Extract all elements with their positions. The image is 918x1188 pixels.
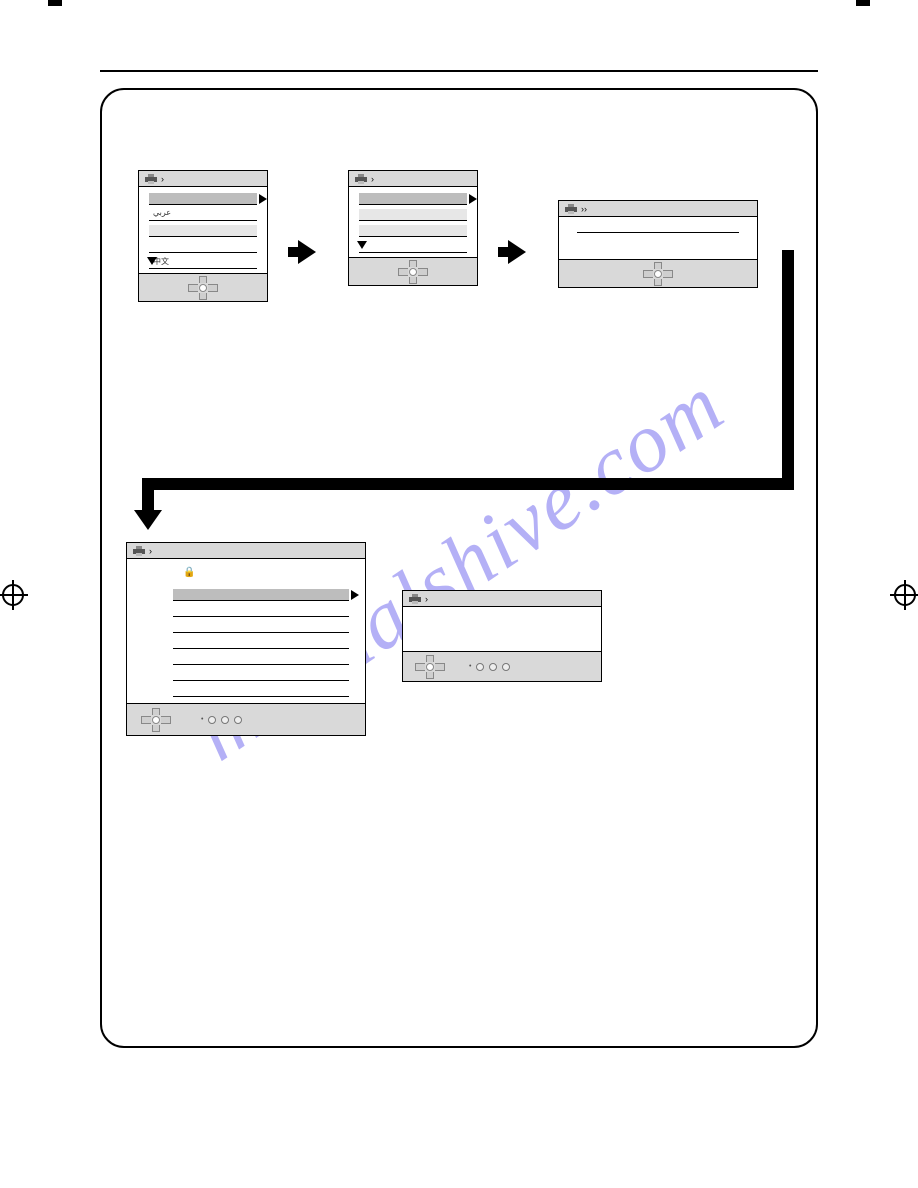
crop-mark (48, 0, 62, 6)
titlebar-marker: › (161, 174, 164, 184)
osd-footer (139, 273, 267, 301)
flow-arrow-down-icon (134, 510, 162, 530)
titlebar-marker: ›› (581, 204, 587, 214)
list-item[interactable] (149, 193, 257, 205)
lock-icon: 🔒 (183, 567, 195, 578)
osd-body (559, 217, 757, 259)
osd-footer: • (127, 703, 365, 735)
scroll-down-icon (357, 241, 367, 249)
list-item[interactable] (173, 653, 349, 665)
osd-body (403, 607, 601, 651)
printer-icon (145, 174, 157, 184)
osd-window-language: › عربي 中文 (138, 170, 268, 302)
printer-icon (355, 174, 367, 184)
dpad-icon (188, 276, 218, 300)
osd-list (349, 187, 477, 257)
printer-icon (565, 204, 577, 214)
dpad-icon (141, 708, 171, 732)
osd-list: 🔒 (127, 559, 365, 703)
dpad-icon (398, 260, 428, 284)
osd-footer: • (403, 651, 601, 681)
list-item[interactable]: عربي (149, 209, 257, 221)
list-item[interactable] (173, 669, 349, 681)
registration-mark (2, 584, 24, 606)
osd-titlebar: › (127, 543, 365, 559)
osd-list: عربي 中文 (139, 187, 267, 273)
osd-window-step2: › (348, 170, 478, 286)
titlebar-marker: › (371, 174, 374, 184)
list-item[interactable] (173, 589, 349, 601)
list-item[interactable] (359, 193, 467, 205)
list-item[interactable] (173, 637, 349, 649)
osd-footer (349, 257, 477, 285)
flow-arrow-icon (508, 240, 526, 264)
flow-connector (142, 478, 794, 490)
registration-mark (894, 584, 916, 606)
lock-row: 🔒 (143, 569, 349, 583)
button-row-icon: • (201, 716, 242, 724)
osd-titlebar: › (403, 591, 601, 607)
list-item[interactable] (173, 605, 349, 617)
flow-arrow-icon (298, 240, 316, 264)
titlebar-marker: › (149, 546, 152, 556)
osd-window-final: › • (402, 590, 602, 682)
list-item[interactable]: 中文 (149, 257, 257, 269)
scroll-down-icon (147, 257, 157, 265)
printer-icon (409, 594, 421, 604)
flow-connector (782, 250, 794, 490)
titlebar-marker: › (425, 594, 428, 604)
osd-titlebar: › (349, 171, 477, 187)
osd-window-step3: ›› (558, 200, 758, 288)
content-panel: manualshive.com › عربي 中文 (100, 88, 818, 1048)
list-item[interactable] (149, 225, 257, 237)
dpad-icon (643, 262, 673, 286)
osd-footer (559, 259, 757, 287)
list-item[interactable] (359, 241, 467, 253)
flow-connector (142, 478, 154, 514)
printer-icon (133, 546, 145, 556)
list-item[interactable] (149, 241, 257, 253)
osd-titlebar: ›› (559, 201, 757, 217)
button-row-icon: • (469, 663, 510, 671)
header-rule (100, 70, 818, 72)
list-item[interactable] (359, 225, 467, 237)
crop-mark (856, 0, 870, 6)
osd-window-detail: › 🔒 • (126, 542, 366, 736)
osd-titlebar: › (139, 171, 267, 187)
list-item[interactable] (359, 209, 467, 221)
dpad-icon (415, 655, 445, 679)
list-item[interactable] (173, 621, 349, 633)
list-item[interactable] (173, 685, 349, 697)
